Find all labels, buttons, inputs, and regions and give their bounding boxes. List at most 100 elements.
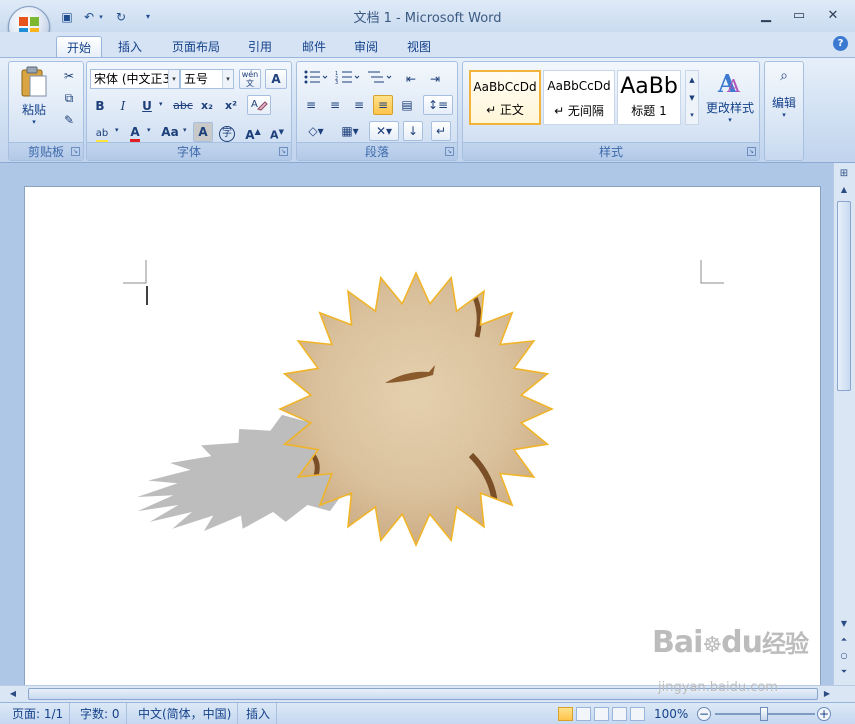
borders-icon[interactable]: ▦▾ [335,121,365,141]
styles-launcher-icon[interactable]: ↘ [747,147,756,156]
language-indicator[interactable]: 中文(简体，中国) [132,703,239,724]
window-title: 文档 1 - Microsoft Word [353,11,502,26]
paragraph-launcher-icon[interactable]: ↘ [445,147,454,156]
distributed-icon[interactable]: ▤ [397,95,417,115]
style-card-no-spacing[interactable]: AaBbCcDd ↵ 无间隔 [543,70,615,125]
bullets-button[interactable] [301,69,331,89]
multilevel-list-button[interactable] [365,69,395,89]
change-case-dropdown-icon[interactable]: ▾ [183,126,187,134]
tab-mailings[interactable]: 邮件 [292,36,336,58]
highlight-dropdown-icon[interactable]: ▾ [115,126,119,134]
ribbon-tabs: 开始 插入 页面布局 引用 邮件 审阅 视图 [0,32,855,58]
font-launcher-icon[interactable]: ↘ [279,147,288,156]
highlight-button[interactable]: ab [90,122,114,144]
clear-formatting-button[interactable]: A [247,95,271,115]
format-painter-icon[interactable]: ✎ [59,110,79,130]
vertical-scroll-thumb[interactable] [837,201,851,391]
align-right-icon[interactable]: ≡ [349,95,369,115]
draft-view-icon[interactable] [630,707,645,721]
superscript-button[interactable]: x² [221,96,241,116]
tab-page-layout[interactable]: 页面布局 [162,36,230,58]
strikethrough-button[interactable]: abc [171,96,195,116]
previous-page-icon[interactable]: ⏶ [837,633,851,647]
change-case-button[interactable]: Aa [157,122,183,142]
align-center-icon[interactable]: ≡ [325,95,345,115]
scroll-right-icon[interactable]: ▶ [820,687,834,701]
next-page-icon[interactable]: ⏷ [837,665,851,679]
grow-font-button[interactable]: A▲ [243,122,263,142]
vertical-scrollbar[interactable]: ⊞ ▲ ▼ ⏶ ○ ⏷ [833,163,855,685]
gallery-more-icon[interactable]: ▾ [686,107,698,124]
ruler-toggle-icon[interactable]: ⊞ [837,167,851,181]
binoculars-icon: ⌕ [780,68,788,84]
insert-mode-indicator[interactable]: 插入 [240,703,278,724]
document-page[interactable] [24,186,821,691]
asian-layout-icon[interactable]: ✕▾ [369,121,399,141]
shading-icon[interactable]: ◇▾ [301,121,331,141]
styles-gallery-scroller[interactable]: ▲ ▼ ▾ [685,70,699,125]
italic-button[interactable]: I [113,96,133,116]
underline-button[interactable]: U [137,96,157,116]
zoom-level[interactable]: 100% [654,703,688,724]
tab-review[interactable]: 审阅 [344,36,388,58]
char-shading-button[interactable]: A [193,122,213,142]
decrease-indent-icon[interactable]: ⇤ [401,69,421,89]
close-button[interactable]: ✕ [819,6,847,26]
increase-indent-icon[interactable]: ⇥ [425,69,445,89]
page-count[interactable]: 页面: 1/1 [6,703,71,724]
shrink-font-button[interactable]: A▼ [267,122,287,142]
show-marks-icon[interactable]: ↵ [431,121,451,141]
scroll-down-icon[interactable]: ▼ [837,617,851,631]
minimize-button[interactable]: ▁ [752,6,780,26]
justify-icon[interactable]: ≡ [373,95,393,115]
font-color-dropdown-icon[interactable]: ▾ [147,126,151,134]
font-size-combo[interactable]: 五号 ▾ [180,69,234,89]
line-spacing-icon[interactable]: ↕≡ [423,95,453,115]
scroll-up-icon[interactable]: ▲ [837,183,851,197]
bold-button[interactable]: B [90,96,110,116]
watermark-jingyan: 经验 [761,630,809,658]
editing-dropdown-icon: ▾ [782,111,786,119]
change-styles-button[interactable]: AA 更改样式 ▾ [703,68,757,138]
help-icon[interactable]: ? [833,36,848,51]
underline-dropdown-icon[interactable]: ▾ [159,100,163,108]
style-card-heading-1[interactable]: AaBb 标题 1 [617,70,681,125]
numbering-button[interactable]: 123 [333,69,363,89]
sort-icon[interactable]: ↓ [403,121,423,141]
font-color-button[interactable]: A [125,122,145,143]
font-name-combo[interactable]: 宋体 (中文正3 ▾ [90,69,180,89]
paste-button[interactable]: 粘贴 ▾ [17,66,51,126]
select-browse-object-icon[interactable]: ○ [837,649,851,663]
multilevel-list-icon [368,71,392,83]
copy-icon[interactable]: ⧉ [59,88,79,108]
maximize-button[interactable]: ▭ [785,6,813,26]
tab-view[interactable]: 视图 [397,36,441,58]
zoom-slider-thumb[interactable] [760,707,768,721]
gallery-down-icon[interactable]: ▼ [686,89,698,107]
enclose-char-button[interactable]: 字 [217,122,237,142]
tab-references[interactable]: 引用 [238,36,282,58]
clipboard-launcher-icon[interactable]: ↘ [71,147,80,156]
zoom-out-icon[interactable]: − [697,707,711,721]
outline-view-icon[interactable] [612,707,627,721]
cut-icon[interactable]: ✂ [59,66,79,86]
char-border-button[interactable]: A [265,69,287,89]
align-left-icon[interactable]: ≡ [301,95,321,115]
editing-button[interactable]: ⌕ 编辑 ▾ [765,68,803,138]
phonetic-guide-button[interactable]: wén 文 [239,69,261,89]
starburst-shape[interactable] [25,187,822,692]
grow-font-label: A [245,128,255,142]
subscript-button[interactable]: x₂ [197,96,217,116]
word-count[interactable]: 字数: 0 [74,703,127,724]
tab-insert[interactable]: 插入 [108,36,152,58]
tab-home[interactable]: 开始 [56,36,103,58]
full-screen-reading-view-icon[interactable] [576,707,591,721]
gallery-up-icon[interactable]: ▲ [686,71,698,89]
paste-dropdown-icon[interactable]: ▾ [17,118,51,126]
style-card-normal[interactable]: AaBbCcDd ↵ 正文 [469,70,541,125]
zoom-in-icon[interactable]: + [817,707,831,721]
web-layout-view-icon[interactable] [594,707,609,721]
print-layout-view-icon[interactable] [558,707,573,721]
paragraph-group: 123 ⇤ ⇥ ≡ ≡ ≡ ≡ ▤ ↕≡ ◇▾ ▦▾ ✕▾ ↓ ↵ 段落 ↘ [296,61,458,161]
scroll-left-icon[interactable]: ◀ [6,687,20,701]
